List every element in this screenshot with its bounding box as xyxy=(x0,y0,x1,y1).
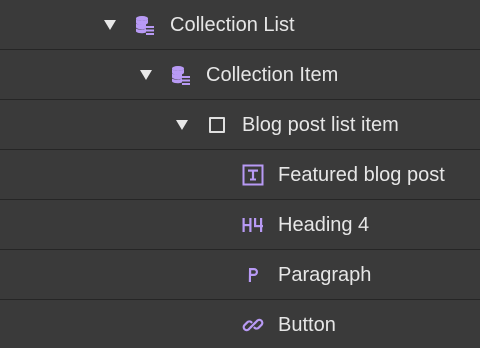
caret-down-icon[interactable] xyxy=(104,20,116,30)
collection-list-icon xyxy=(134,14,156,36)
navigator-panel: Collection List Collection Item Blog pos… xyxy=(0,0,480,348)
navigator-item-featured-blog-post[interactable]: Featured blog post xyxy=(0,150,480,200)
navigator-item-label: Featured blog post xyxy=(278,164,445,186)
navigator-item-label: Collection List xyxy=(170,14,295,36)
navigator-item-label: Blog post list item xyxy=(242,114,399,136)
collection-item-icon xyxy=(170,64,192,86)
navigator-item-blog-post-list-item[interactable]: Blog post list item xyxy=(0,100,480,150)
navigator-item-label: Heading 4 xyxy=(278,214,370,236)
navigator-item-collection-item[interactable]: Collection Item xyxy=(0,50,480,100)
navigator-item-paragraph[interactable]: Paragraph xyxy=(0,250,480,300)
navigator-item-label: Button xyxy=(278,314,336,336)
caret-down-icon[interactable] xyxy=(140,70,152,80)
navigator-item-heading-4[interactable]: Heading 4 xyxy=(0,200,480,250)
caret-down-icon[interactable] xyxy=(176,120,188,130)
link-icon xyxy=(242,314,264,336)
navigator-item-collection-list[interactable]: Collection List xyxy=(0,0,480,50)
div-block-icon xyxy=(206,114,228,136)
text-block-icon xyxy=(242,164,264,186)
navigator-item-label: Paragraph xyxy=(278,264,372,286)
navigator-item-label: Collection Item xyxy=(206,64,339,86)
heading-icon xyxy=(242,214,264,236)
navigator-item-button[interactable]: Button xyxy=(0,300,480,348)
paragraph-icon xyxy=(242,264,264,286)
